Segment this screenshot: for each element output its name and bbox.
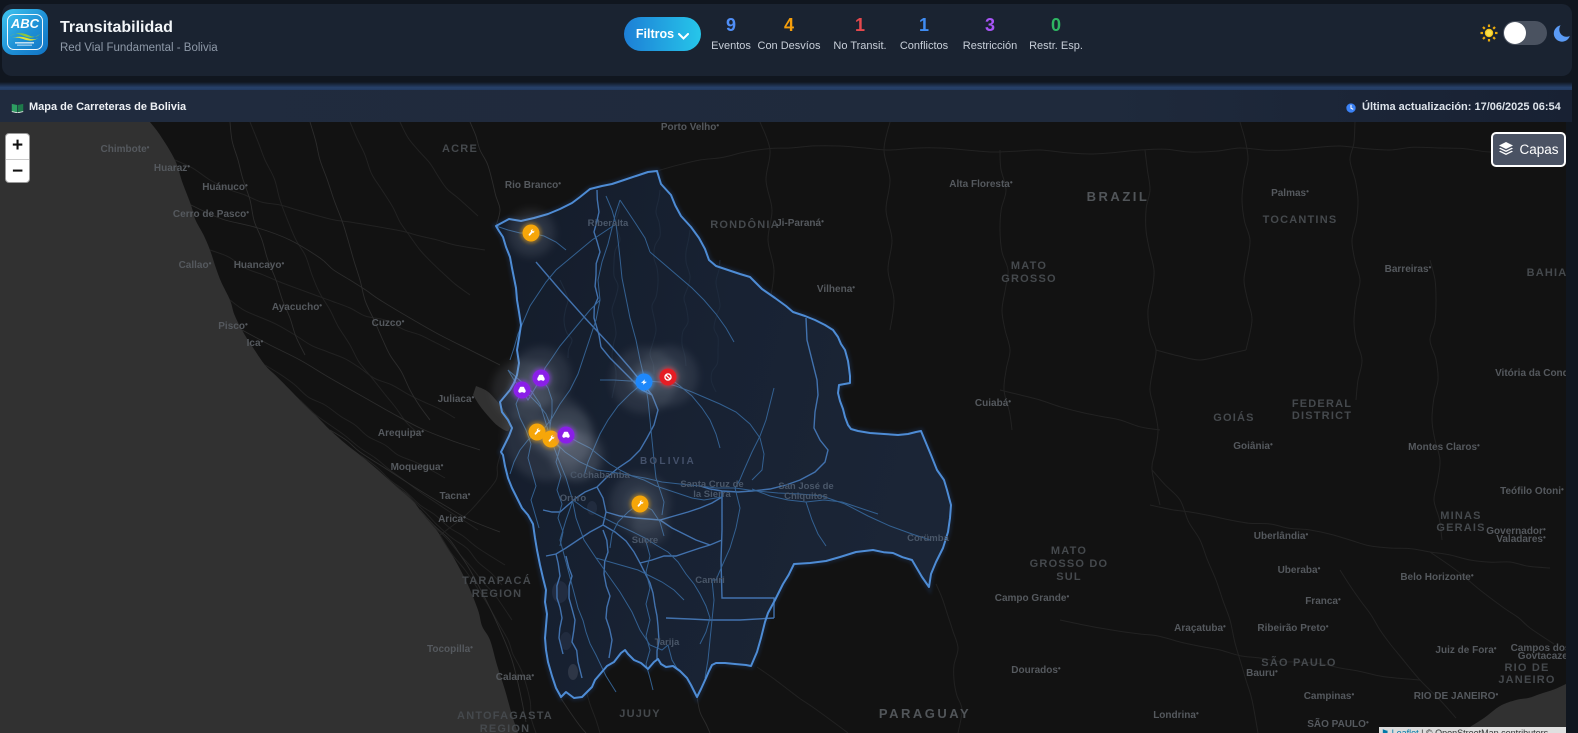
svg-text:Callao•: Callao•: [179, 259, 212, 271]
svg-text:Cochabamba: Cochabamba: [570, 470, 630, 481]
svg-text:Sucre: Sucre: [632, 535, 658, 546]
svg-text:Belo Horizonte•: Belo Horizonte•: [1400, 571, 1474, 583]
svg-text:Barreiras•: Barreiras•: [1385, 263, 1432, 275]
svg-text:Porto Velho•: Porto Velho•: [661, 122, 720, 133]
svg-text:ANTOFAGASTA: ANTOFAGASTA: [457, 710, 553, 722]
svg-text:Juiz de Fora•: Juiz de Fora•: [1435, 644, 1496, 656]
svg-text:Oruro: Oruro: [560, 493, 587, 504]
svg-text:Londrina•: Londrina•: [1153, 709, 1199, 721]
svg-text:REGION: REGION: [480, 723, 531, 733]
svg-text:PARAGUAY: PARAGUAY: [879, 706, 971, 721]
svg-text:Huancayo•: Huancayo•: [234, 259, 285, 271]
svg-text:Calama•: Calama•: [496, 671, 535, 683]
svg-text:Palmas•: Palmas•: [1271, 187, 1309, 199]
svg-text:BRAZIL: BRAZIL: [1087, 189, 1150, 204]
svg-text:Teófilo Otoni•: Teófilo Otoni•: [1500, 485, 1564, 497]
svg-text:Ribeirão Preto•: Ribeirão Preto•: [1257, 622, 1328, 634]
svg-text:GOIÁS: GOIÁS: [1213, 411, 1254, 424]
svg-text:DISTRICT: DISTRICT: [1292, 410, 1352, 422]
svg-text:Camiri: Camiri: [695, 575, 725, 586]
svg-text:Moquegua•: Moquegua•: [391, 461, 444, 473]
svg-text:Valadares•: Valadares•: [1496, 533, 1546, 545]
svg-text:Bauru•: Bauru•: [1246, 667, 1278, 679]
svg-text:Arequipa•: Arequipa•: [378, 427, 424, 439]
svg-text:Tarija: Tarija: [655, 637, 680, 648]
svg-text:Goiânia•: Goiânia•: [1233, 440, 1273, 452]
svg-text:Cuzco•: Cuzco•: [372, 317, 405, 329]
svg-text:Chimbote•: Chimbote•: [101, 143, 150, 155]
svg-text:RONDÔNIA: RONDÔNIA: [710, 218, 780, 231]
svg-text:Cuiabá•: Cuiabá•: [975, 397, 1011, 409]
svg-text:Montes Claros•: Montes Claros•: [1408, 441, 1480, 453]
svg-text:Campo Grande•: Campo Grande•: [995, 592, 1070, 604]
svg-text:MATO: MATO: [1051, 545, 1087, 557]
svg-text:Ji-Paraná•: Ji-Paraná•: [776, 217, 824, 229]
svg-text:Huánuco•: Huánuco•: [202, 181, 248, 193]
svg-text:Uberlândia•: Uberlândia•: [1254, 530, 1309, 542]
svg-text:Tocopilla•: Tocopilla•: [427, 643, 473, 655]
svg-text:Ayacucho•: Ayacucho•: [272, 301, 322, 313]
svg-text:Juliaca•: Juliaca•: [438, 393, 475, 405]
svg-text:MATO: MATO: [1011, 260, 1047, 272]
svg-text:TARAPACÁ: TARAPACÁ: [462, 574, 532, 587]
svg-text:SÃO PAULO•: SÃO PAULO•: [1307, 717, 1369, 730]
svg-text:Vilhena•: Vilhena•: [817, 283, 855, 295]
svg-text:ACRE: ACRE: [442, 143, 478, 155]
svg-text:GROSSO: GROSSO: [1001, 273, 1057, 285]
svg-text:Riberalta: Riberalta: [588, 218, 629, 229]
svg-text:Araçatuba•: Araçatuba•: [1174, 622, 1226, 634]
svg-text:Cerro de Pasco•: Cerro de Pasco•: [173, 208, 249, 220]
svg-text:Tacna•: Tacna•: [440, 490, 471, 502]
svg-text:MINAS: MINAS: [1440, 510, 1481, 522]
svg-text:GROSSO DO: GROSSO DO: [1030, 558, 1109, 570]
svg-text:Alta Floresta•: Alta Floresta•: [949, 178, 1013, 190]
svg-text:SUL: SUL: [1056, 571, 1082, 583]
svg-text:Chiquitos: Chiquitos: [784, 491, 828, 502]
svg-text:REGION: REGION: [472, 588, 523, 600]
svg-text:TOCANTINS: TOCANTINS: [1263, 214, 1338, 226]
svg-text:BAHIA: BAHIA: [1527, 267, 1566, 279]
svg-text:Arica•: Arica•: [438, 513, 466, 525]
svg-text:Campinas•: Campinas•: [1304, 690, 1355, 702]
svg-text:Vitória da Conquista•: Vitória da Conquista•: [1495, 367, 1566, 379]
svg-text:Huaraz•: Huaraz•: [154, 162, 190, 174]
svg-text:JANEIRO: JANEIRO: [1498, 674, 1555, 686]
svg-text:FEDERAL: FEDERAL: [1292, 398, 1352, 410]
svg-text:Dourados•: Dourados•: [1011, 664, 1061, 676]
svg-text:GERAIS: GERAIS: [1436, 522, 1485, 534]
svg-text:Govtacazes•: Govtacazes•: [1518, 650, 1566, 662]
svg-text:RIO DE: RIO DE: [1504, 662, 1549, 674]
svg-text:Corümba: Corümba: [907, 533, 949, 544]
svg-text:Rio Branco•: Rio Branco•: [505, 179, 561, 191]
svg-text:JUJUY: JUJUY: [619, 708, 660, 720]
svg-text:BOLIVIA: BOLIVIA: [640, 456, 696, 467]
svg-text:la Sierra: la Sierra: [693, 489, 731, 500]
svg-text:Uberaba•: Uberaba•: [1278, 564, 1321, 576]
svg-text:Pisco•: Pisco•: [218, 320, 248, 332]
svg-text:RIO DE JANEIRO•: RIO DE JANEIRO•: [1414, 690, 1499, 702]
svg-text:Franca•: Franca•: [1305, 595, 1341, 607]
